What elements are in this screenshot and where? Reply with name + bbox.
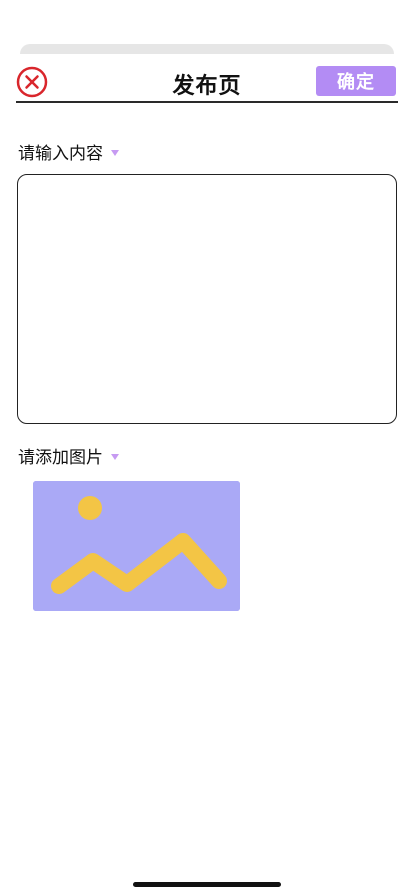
caret-down-icon [111, 149, 119, 156]
caret-down-icon [111, 453, 119, 460]
content-input[interactable] [17, 174, 397, 424]
image-section-label[interactable]: 请添加图片 [18, 443, 119, 468]
sheet-top-strip [20, 44, 394, 54]
header: 发布页 确定 [16, 64, 398, 100]
content-section-label[interactable]: 请输入内容 [18, 139, 119, 164]
image-placeholder-icon [33, 481, 240, 611]
confirm-button[interactable]: 确定 [316, 66, 396, 96]
home-indicator [133, 882, 281, 887]
publish-page: 发布页 确定 请输入内容 请添加图片 [0, 0, 414, 896]
image-label-text: 请添加图片 [18, 448, 103, 468]
add-image-button[interactable] [33, 481, 240, 611]
content-label-text: 请输入内容 [18, 144, 103, 164]
close-button[interactable] [16, 66, 48, 98]
header-divider [16, 101, 398, 103]
close-circle-icon [16, 66, 48, 98]
